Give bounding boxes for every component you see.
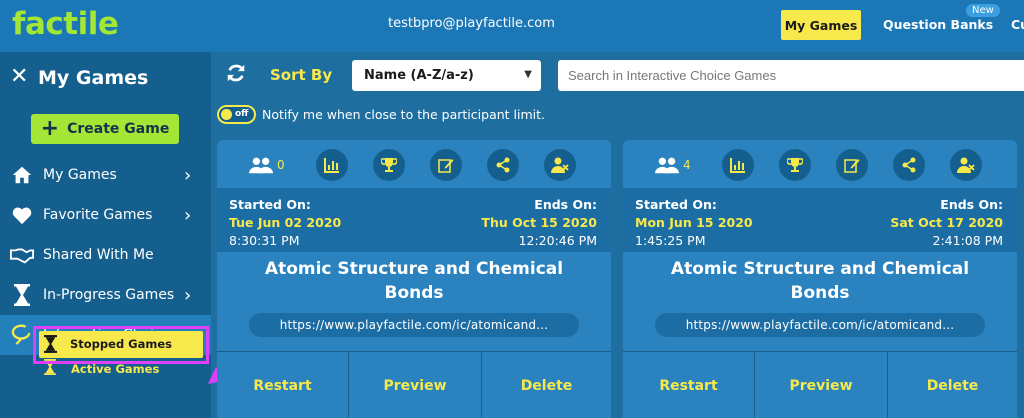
new-badge: New <box>966 4 1000 17</box>
remove-participant-icon[interactable] <box>544 149 576 181</box>
sidebar-item-label: In-Progress Games <box>43 287 175 303</box>
stats-icon[interactable] <box>316 149 348 181</box>
end-date: Thu Oct 15 2020 <box>481 215 597 230</box>
toggle-state-label: off <box>235 109 249 119</box>
start-date: Tue Jun 02 2020 <box>229 215 342 230</box>
delete-button[interactable]: Delete <box>887 352 1017 418</box>
sidebar-item-in-progress-games[interactable]: In-Progress Games › <box>0 275 211 315</box>
sidebar-item-my-games[interactable]: My Games › <box>0 155 211 195</box>
restart-button[interactable]: Restart <box>623 352 754 418</box>
end-time: 2:41:08 PM <box>932 233 1003 248</box>
create-game-button[interactable]: + Create Game <box>31 114 179 144</box>
trophy-icon[interactable] <box>373 149 405 181</box>
interactive-choice-icon <box>10 323 34 347</box>
close-icon[interactable]: ✕ <box>10 64 28 89</box>
home-icon <box>10 163 34 187</box>
nav-my-games-button[interactable]: My Games <box>781 10 861 40</box>
factile-logo[interactable]: factile <box>12 6 119 42</box>
hourglass-icon <box>44 335 57 357</box>
user-email: testbpro@playfactile.com <box>388 16 555 31</box>
preview-button[interactable]: Preview <box>754 352 887 418</box>
notify-label: Notify me when close to the participant … <box>262 107 545 122</box>
sidebar-item-label: Shared With Me <box>43 247 154 263</box>
edit-icon[interactable] <box>430 149 462 181</box>
chevron-right-icon: › <box>184 204 192 226</box>
start-time: 1:45:25 PM <box>635 233 706 248</box>
restart-button[interactable]: Restart <box>217 352 348 418</box>
sort-select-value: Name (A-Z/a-z) <box>364 68 474 83</box>
ends-on-label: Ends On: <box>534 197 597 212</box>
sort-select[interactable]: Name (A-Z/a-z) ▼ <box>352 60 541 91</box>
nav-cut-off-item[interactable]: Cu <box>1011 17 1024 32</box>
sort-by-label: Sort By <box>270 66 333 84</box>
start-date: Mon Jun 15 2020 <box>635 215 753 230</box>
sidebar-subitem-stopped-games[interactable]: Stopped Games <box>39 331 203 358</box>
sidebar-item-favorite-games[interactable]: Favorite Games › <box>0 195 211 235</box>
trophy-icon[interactable] <box>779 149 811 181</box>
search-input[interactable] <box>558 60 1024 91</box>
game-card: 0 Started On: Ends On: Tue Jun 02 2020 T… <box>217 140 611 418</box>
top-bar: factile testbpro@playfactile.com My Game… <box>0 0 1024 52</box>
sidebar-subitem-label: Stopped Games <box>70 337 173 351</box>
card-actions: Restart Preview Delete <box>623 351 1017 418</box>
game-card: 4 Started On: Ends On: Mon Jun 15 2020 S… <box>623 140 1017 418</box>
stats-icon[interactable] <box>722 149 754 181</box>
ends-on-label: Ends On: <box>940 197 1003 212</box>
card-dates: Started On: Ends On: Mon Jun 15 2020 Sat… <box>623 188 1017 252</box>
chevron-down-icon: ▼ <box>524 69 532 80</box>
participants-icon <box>249 157 273 174</box>
started-on-label: Started On: <box>635 197 717 212</box>
heart-icon <box>10 203 34 227</box>
end-time: 12:20:46 PM <box>518 233 597 248</box>
sidebar-item-label: Favorite Games <box>43 207 153 223</box>
game-url[interactable]: https://www.playfactile.com/ic/atomicand… <box>655 313 985 337</box>
participants-counter[interactable]: 4 <box>655 149 691 181</box>
game-title: Atomic Structure and Chemical Bonds <box>264 259 564 303</box>
nav-question-banks-link[interactable]: Question Banks <box>883 17 993 32</box>
notify-toggle[interactable]: off <box>217 105 256 124</box>
sidebar-subitem-label: Active Games <box>71 362 160 376</box>
participants-count: 4 <box>683 158 691 172</box>
card-dates: Started On: Ends On: Tue Jun 02 2020 Thu… <box>217 188 611 252</box>
refresh-icon[interactable] <box>225 62 247 84</box>
delete-button[interactable]: Delete <box>481 352 611 418</box>
handshake-icon <box>10 243 34 267</box>
share-icon[interactable] <box>893 149 925 181</box>
participants-counter[interactable]: 0 <box>249 149 285 181</box>
share-icon[interactable] <box>487 149 519 181</box>
sidebar-item-shared-with-me[interactable]: Shared With Me <box>0 235 211 275</box>
participants-count: 0 <box>277 158 285 172</box>
card-icon-row: 0 <box>217 140 611 188</box>
game-url[interactable]: https://www.playfactile.com/ic/atomicand… <box>249 313 579 337</box>
toggle-knob <box>221 109 232 120</box>
chevron-right-icon: › <box>184 164 192 186</box>
end-date: Sat Oct 17 2020 <box>890 215 1003 230</box>
chevron-right-icon: › <box>184 284 192 306</box>
plus-icon: + <box>40 116 60 141</box>
remove-participant-icon[interactable] <box>950 149 982 181</box>
edit-icon[interactable] <box>836 149 868 181</box>
hourglass-icon <box>10 283 34 307</box>
participants-icon <box>655 157 679 174</box>
create-game-label: Create Game <box>67 121 170 137</box>
card-icon-row: 4 <box>623 140 1017 188</box>
sidebar-header: ✕ My Games <box>0 52 211 102</box>
started-on-label: Started On: <box>229 197 311 212</box>
start-time: 8:30:31 PM <box>229 233 300 248</box>
card-actions: Restart Preview Delete <box>217 351 611 418</box>
sidebar-item-label: My Games <box>43 167 117 183</box>
game-title: Atomic Structure and Chemical Bonds <box>670 259 970 303</box>
preview-button[interactable]: Preview <box>348 352 481 418</box>
sidebar-title: My Games <box>38 67 149 89</box>
